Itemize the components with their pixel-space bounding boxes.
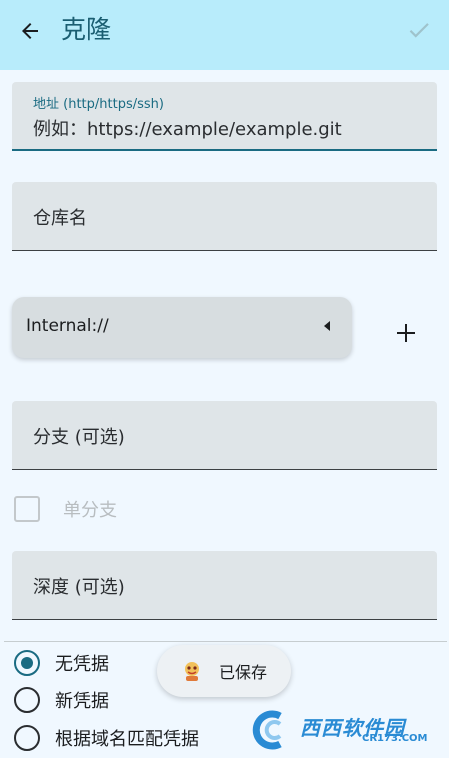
radio-button[interactable]	[14, 687, 40, 713]
caret-left-icon	[324, 321, 330, 331]
app-logo-icon	[179, 658, 205, 684]
url-field[interactable]: 地址 (http/https/ssh) 例如：https://example/e…	[12, 82, 437, 151]
single-branch-checkbox[interactable]	[14, 496, 40, 522]
storage-dropdown-value: Internal://	[26, 316, 109, 336]
watermark-sub: CR173.COM	[362, 733, 428, 744]
radio-label: 根据域名匹配凭据	[55, 729, 199, 750]
check-icon	[409, 23, 429, 38]
radio-domain-credential[interactable]: 根据域名匹配凭据	[14, 723, 199, 753]
branch-placeholder: 分支 (可选)	[33, 427, 125, 448]
radio-label: 无凭据	[55, 654, 109, 675]
divider	[4, 641, 447, 642]
confirm-button[interactable]	[403, 14, 435, 46]
page-title: 克隆	[61, 15, 112, 44]
radio-label: 新凭据	[55, 691, 109, 712]
branch-field[interactable]: 分支 (可选)	[12, 401, 437, 470]
app-bar: 克隆	[0, 0, 449, 70]
single-branch-label: 单分支	[63, 500, 117, 521]
saved-toast: 已保存	[157, 645, 291, 697]
toast-text: 已保存	[219, 663, 268, 682]
repo-name-field[interactable]: 仓库名	[12, 182, 437, 251]
radio-no-credential[interactable]: 无凭据	[14, 648, 109, 678]
single-branch-checkbox-row[interactable]: 单分支	[14, 494, 117, 524]
repo-name-placeholder: 仓库名	[33, 208, 87, 229]
back-button[interactable]	[12, 13, 48, 49]
url-field-value[interactable]: 例如：https://example/example.git	[33, 115, 342, 141]
add-storage-button[interactable]	[390, 316, 422, 350]
depth-placeholder: 深度 (可选)	[33, 577, 125, 598]
radio-button[interactable]	[14, 725, 40, 751]
arrow-back-icon	[22, 23, 38, 39]
watermark-logo: 西西软件园 CR173.COM	[250, 710, 430, 750]
url-field-label: 地址 (http/https/ssh)	[33, 97, 164, 112]
radio-new-credential[interactable]: 新凭据	[14, 685, 109, 715]
storage-dropdown[interactable]: Internal://	[12, 297, 352, 358]
watermark-emblem-icon	[252, 710, 282, 750]
depth-field[interactable]: 深度 (可选)	[12, 551, 437, 620]
radio-button[interactable]	[14, 650, 40, 676]
plus-icon	[397, 324, 415, 342]
